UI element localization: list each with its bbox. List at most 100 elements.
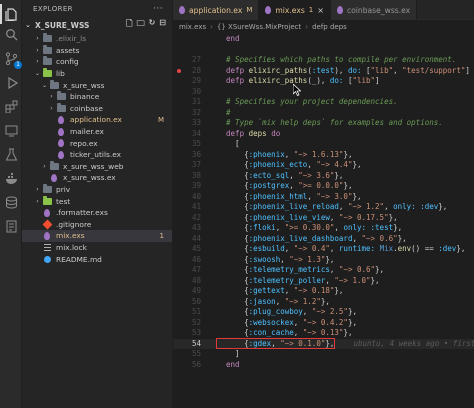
tab-mix-exs[interactable]: mix.exs 1 × — [259, 0, 331, 20]
line-number: 53 — [191, 328, 201, 337]
tree-item[interactable]: › assets — [22, 44, 172, 57]
tree-item[interactable]: › priv — [22, 184, 172, 196]
code-token: { — [217, 275, 249, 285]
tab-coinbase_wss-ex[interactable]: coinbase_wss.ex — [330, 0, 418, 20]
tree-item[interactable]: › .elixir_ls — [22, 33, 172, 45]
source-control-icon[interactable]: 1 — [3, 50, 22, 69]
chevron-right-icon: › — [50, 93, 53, 101]
elixir-file-icon — [336, 6, 343, 14]
pages-icon[interactable] — [3, 218, 19, 234]
code-line: 30 — [173, 87, 474, 98]
tree-item[interactable]: application.ex M — [22, 114, 172, 126]
code-token: }, — [388, 212, 398, 222]
code-token: { — [217, 338, 249, 348]
tree-item-label: test — [56, 196, 71, 206]
code-token: "~> 0.17.5" — [338, 212, 389, 222]
code-text: # Specifies your project dependencies. — [217, 97, 398, 108]
code-token: "~> 1.2" — [284, 296, 321, 306]
code-line: 33 # Type `mix help deps` for examples a… — [173, 118, 474, 129]
tree-item[interactable]: mailer.ex — [22, 126, 172, 138]
collapse-all-icon[interactable]: ⊟ — [159, 18, 166, 32]
tree-item[interactable]: › coinbase — [22, 102, 172, 115]
code-line: 55 ] — [173, 349, 474, 360]
code-token: end — [217, 34, 240, 43]
code-token: # Specifies your project dependencies. — [217, 97, 398, 106]
code-text: # Specifies which paths to compile per e… — [217, 55, 456, 66]
code-editor[interactable]: end 27 # Specifies which paths to compile… — [173, 34, 474, 408]
code-text: ] — [217, 349, 240, 360]
code-token: }, — [320, 296, 330, 306]
code-token: # Type `mix help deps` for examples and … — [217, 118, 443, 127]
code-text: {:websockex, "~> 0.4.2"}, — [217, 318, 357, 329]
close-icon[interactable]: × — [317, 6, 324, 15]
code-token: , — [289, 170, 299, 180]
tab-label: coinbase_wss.ex — [346, 5, 411, 15]
new-folder-icon[interactable]: 🗀 — [137, 18, 145, 32]
code-token: "~> 3.0" — [316, 191, 353, 201]
code-line: 39 {:postgrex, ">= 0.0.0"}, — [173, 181, 474, 192]
code-line: 43 {:floki, ">= 0.30.0", only: :test}, — [173, 223, 474, 234]
code-text: {:con_cache, "~> 0.13"}, — [217, 328, 352, 339]
tree-item[interactable]: .gitignore — [22, 219, 172, 231]
run-debug-icon[interactable] — [3, 74, 19, 90]
tree-item[interactable]: › config — [22, 56, 172, 68]
explorer-sidebar: EXPLORER ··· ⌄ X_SURE_WSS 🗋 🗀 ↻ ⊟ › .elix… — [22, 0, 173, 408]
code-token: do: — [329, 76, 348, 85]
code-line: 42 {:phoenix_live_view, "~> 0.17.5"}, — [173, 213, 474, 224]
docker-icon[interactable] — [3, 170, 19, 186]
database-icon[interactable] — [3, 194, 19, 210]
code-token: , — [329, 212, 339, 222]
tree-item[interactable]: mix.lock — [22, 242, 172, 254]
code-token: , — [307, 160, 317, 169]
code-token: :telemetry_poller — [248, 275, 326, 285]
tree-item[interactable]: › binance — [22, 91, 172, 103]
code-line: 44 {:phoenix_live_dashboard, "~> 0.6"}, — [173, 234, 474, 245]
more-actions-icon[interactable]: ··· — [153, 4, 163, 14]
tree-item[interactable]: x_sure_wss.ex — [22, 172, 172, 184]
testing-icon[interactable] — [3, 146, 19, 162]
extensions-icon[interactable] — [3, 98, 19, 114]
highlight-box: {:gdex, "~> 0.1.0"}, — [215, 337, 336, 349]
code-token: , — [289, 181, 299, 190]
code-text: {:jason, "~> 1.2"}, — [217, 297, 330, 308]
code-line: 50 {:jason, "~> 1.2"}, — [173, 297, 474, 308]
code-text: {:telemetry_metrics, "~> 0.6"}, — [217, 265, 384, 276]
tree-item[interactable]: README.md — [22, 253, 172, 265]
code-token: :con_cache — [248, 328, 294, 337]
tree-item[interactable]: mix.exs 1 — [22, 230, 172, 242]
tree-item[interactable]: › x_sure_wss_web — [22, 160, 172, 173]
tree-item[interactable]: .formatter.exs — [22, 207, 172, 219]
workspace-section[interactable]: ⌄ X_SURE_WSS 🗋 🗀 ↻ ⊟ — [22, 17, 172, 33]
code-token: do — [271, 128, 281, 138]
code-text: defp deps do — [217, 129, 280, 140]
refresh-icon[interactable]: ↻ — [149, 18, 156, 32]
code-token: :swoosh — [248, 254, 281, 264]
chevron-right-icon: › — [36, 58, 39, 66]
tab-application-ex[interactable]: application.ex M — [173, 0, 260, 20]
line-number: 37 — [191, 160, 201, 169]
breadcrumb-item[interactable]: defp deps — [312, 23, 347, 31]
new-file-icon[interactable]: 🗋 — [126, 18, 132, 32]
tree-item[interactable]: ⌄ lib — [22, 68, 172, 80]
breadcrumb-item[interactable]: {} XSureWss.MixProject — [217, 23, 301, 31]
code-token: :esbuild — [248, 244, 285, 253]
code-token: "~> 1.6.13" — [293, 149, 344, 159]
tree-item[interactable]: ticker_utils.ex — [22, 149, 172, 161]
code-token: :phoenix_live_reload — [248, 202, 339, 211]
line-number: 31 — [191, 97, 201, 106]
tree-item[interactable]: ⌄ x_sure_wss — [22, 79, 172, 91]
code-token: only: :test — [343, 223, 394, 232]
tree-item[interactable]: repo.ex — [22, 137, 172, 149]
breadcrumb-item[interactable]: mix.exs — [179, 23, 206, 31]
code-line: 37 {:phoenix_ecto, "~> 4.4"}, — [173, 160, 474, 171]
code-token: ] — [465, 65, 470, 75]
code-token: "lib" — [352, 76, 376, 85]
files-icon[interactable] — [0, 4, 19, 24]
line-number: 33 — [191, 118, 201, 127]
tree-item[interactable]: › test — [22, 195, 172, 207]
code-token: }, — [438, 202, 448, 211]
remote-icon[interactable] — [3, 122, 19, 138]
search-icon[interactable] — [3, 26, 19, 42]
code-token: , — [284, 244, 294, 253]
code-token: defp — [217, 76, 249, 85]
